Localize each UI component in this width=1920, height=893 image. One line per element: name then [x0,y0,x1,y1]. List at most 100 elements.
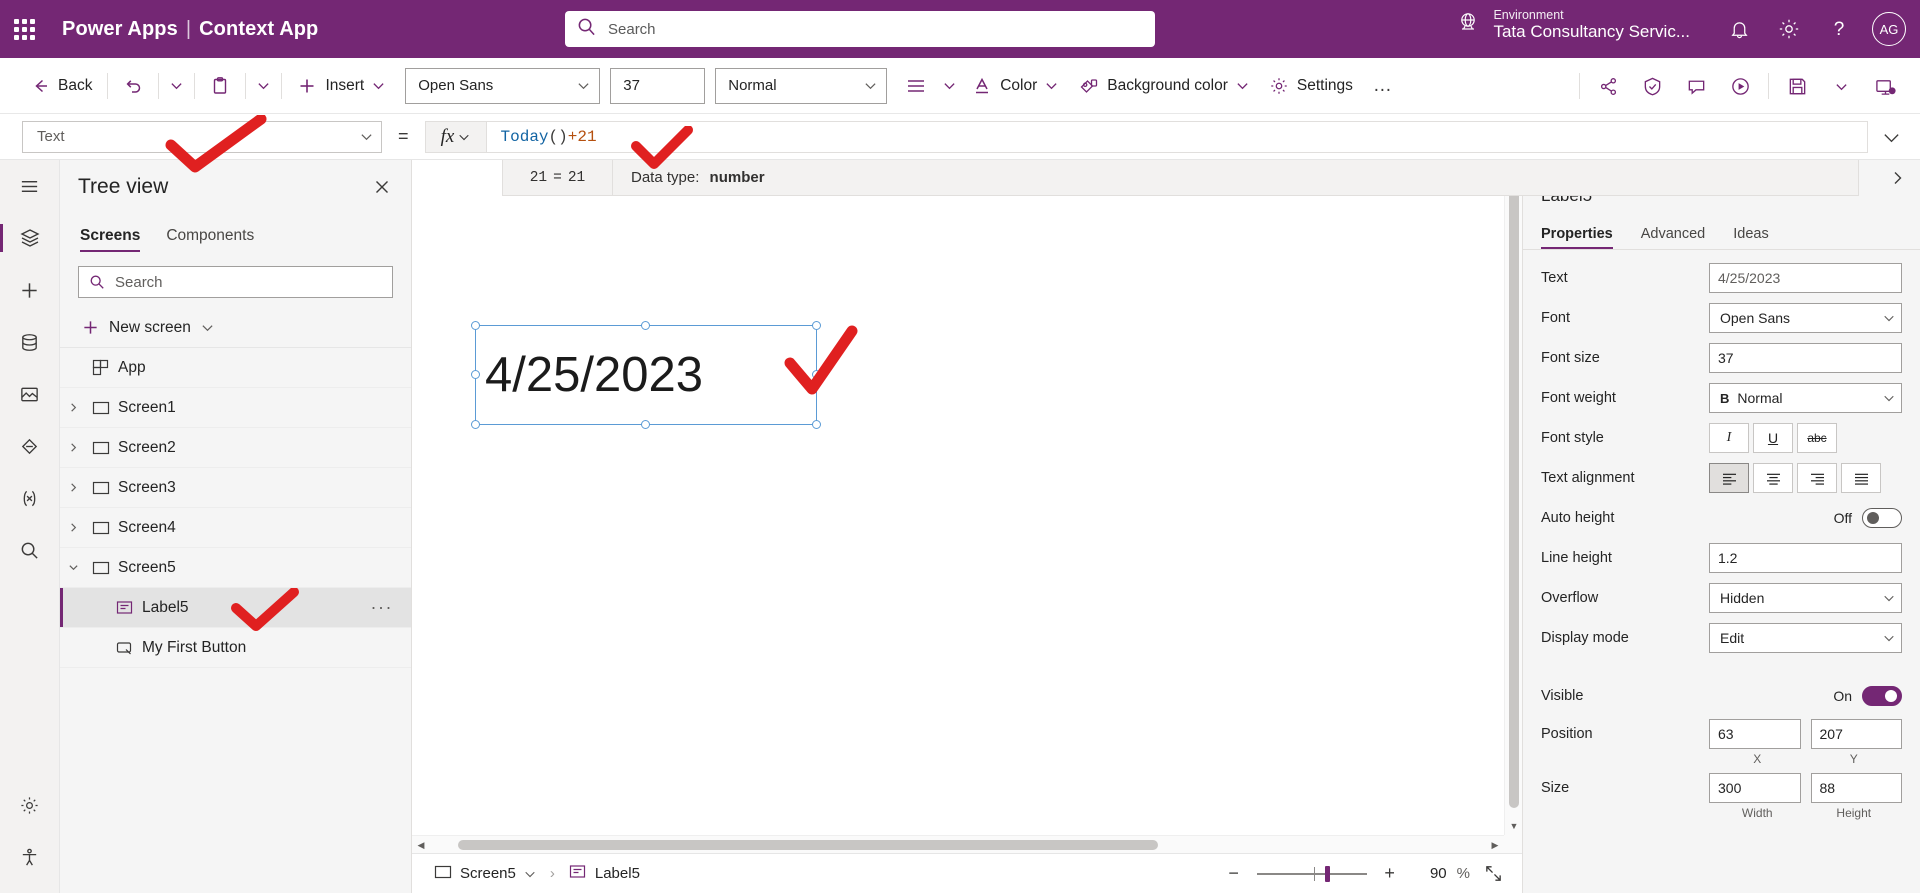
check-app-icon[interactable] [1631,66,1673,106]
accessibility-icon[interactable] [0,831,60,883]
property-selector[interactable]: Text [22,120,382,153]
font-color-button[interactable]: Color [962,67,1068,105]
app-canvas[interactable]: 4/25/2023 [412,160,1504,835]
resize-handle-bottom-left[interactable] [471,420,480,429]
tree-row-app[interactable]: App [60,348,411,388]
canvas-horizontal-scrollbar[interactable]: ◀ ▶ [412,835,1504,853]
font-select[interactable]: Open Sans [1709,303,1902,333]
environment-selector[interactable]: Environment Tata Consultancy Servic... [1455,8,1690,42]
chevron-right-icon[interactable] [60,402,86,413]
tree-row-screen5[interactable]: Screen5 [60,548,411,588]
tree-row-screen3[interactable]: Screen3 [60,468,411,508]
breadcrumb-screen[interactable]: Screen5 [428,861,542,887]
resize-handle-bottom-right[interactable] [812,420,821,429]
overflow-select[interactable]: Hidden [1709,583,1902,613]
data-icon[interactable] [0,316,60,368]
font-size-field[interactable]: 37 [1709,343,1902,373]
align-right-icon[interactable] [1797,463,1837,493]
resize-handle-top-center[interactable] [641,321,650,330]
tree-row-screen1[interactable]: Screen1 [60,388,411,428]
align-center-icon[interactable] [1753,463,1793,493]
zoom-slider-knob[interactable] [1324,865,1330,882]
tree-view-icon[interactable] [0,212,60,264]
avatar[interactable]: AG [1872,12,1906,46]
auto-height-toggle[interactable] [1862,508,1902,528]
paste-icon[interactable] [200,67,240,105]
resize-handle-top-left[interactable] [471,321,480,330]
bell-icon[interactable] [1716,6,1762,52]
tree-row-screen4[interactable]: Screen4 [60,508,411,548]
app-launcher-waffle-icon[interactable] [0,0,48,58]
text-field[interactable]: 4/25/2023 [1709,263,1902,293]
line-height-field[interactable]: 1.2 [1709,543,1902,573]
scroll-right-arrow-icon[interactable]: ▶ [1486,836,1504,853]
size-width-field[interactable]: 300 [1709,773,1801,803]
scrollbar-thumb[interactable] [458,840,1158,850]
question-icon[interactable]: ? [1816,6,1862,52]
save-caret-icon[interactable] [1820,66,1862,106]
save-icon[interactable] [1776,66,1818,106]
tree-row-label5[interactable]: Label5 ··· [60,588,411,628]
search-icon[interactable] [0,524,60,576]
text-align-button[interactable] [895,67,937,105]
canvas-vertical-scrollbar[interactable]: ▲ ▼ [1504,160,1522,835]
resize-handle-top-right[interactable] [812,321,821,330]
tab-screens[interactable]: Screens [80,227,141,252]
breadcrumb-control[interactable]: Label5 [563,860,646,888]
properties-expand-icon[interactable] [1884,164,1912,192]
font-size-input[interactable]: 37 [610,67,706,104]
text-align-caret[interactable] [937,67,962,105]
zoom-slider[interactable] [1256,864,1367,884]
back-button[interactable]: Back [20,67,102,105]
gear-icon[interactable] [1766,6,1812,52]
overflow-menu-button[interactable]: … [1363,67,1404,105]
play-preview-icon[interactable] [1719,66,1761,106]
visible-toggle[interactable] [1862,686,1902,706]
insert-plus-icon[interactable] [0,264,60,316]
font-family-select[interactable]: Open Sans [405,67,601,104]
background-color-button[interactable]: Background color [1068,67,1259,105]
undo-button[interactable] [113,67,153,105]
variables-icon[interactable] [0,472,60,524]
settings-gear-icon[interactable] [0,779,60,831]
tree-row-my-first-button[interactable]: My First Button [60,628,411,668]
tree-row-screen2[interactable]: Screen2 [60,428,411,468]
zoom-in-button[interactable]: + [1377,861,1403,887]
scroll-left-arrow-icon[interactable]: ◀ [412,836,430,853]
italic-icon[interactable]: I [1709,423,1749,453]
chevron-down-icon[interactable] [60,562,86,573]
position-x-field[interactable]: 63 [1709,719,1801,749]
resize-handle-bottom-center[interactable] [641,420,650,429]
tab-components[interactable]: Components [166,227,254,252]
comment-icon[interactable] [1675,66,1717,106]
position-y-field[interactable]: 207 [1810,719,1902,749]
undo-caret[interactable] [164,67,189,105]
formula-input[interactable]: Today() +21 [486,120,1868,153]
new-screen-button[interactable]: New screen [60,308,411,348]
display-mode-select[interactable]: Edit [1709,623,1902,653]
fit-screen-icon[interactable] [1480,861,1506,887]
font-weight-select[interactable]: B Normal [1709,383,1902,413]
scrollbar-thumb[interactable] [1509,178,1519,808]
strikethrough-icon[interactable]: abc [1797,423,1837,453]
media-icon[interactable] [0,368,60,420]
underline-icon[interactable]: U [1753,423,1793,453]
tree-search-input[interactable]: Search [78,266,393,298]
tree-row-overflow-menu[interactable]: ··· [371,597,393,618]
settings-button[interactable]: Settings [1259,67,1363,105]
size-height-field[interactable]: 88 [1810,773,1902,803]
tab-advanced[interactable]: Advanced [1641,226,1706,249]
resize-handle-middle-right[interactable] [812,370,821,379]
insert-button[interactable]: Insert [287,67,395,105]
tab-properties[interactable]: Properties [1541,226,1613,249]
paste-caret[interactable] [251,67,276,105]
canvas-label-control[interactable]: 4/25/2023 [471,321,821,429]
hamburger-menu-icon[interactable] [0,160,60,212]
resize-handle-middle-left[interactable] [471,370,480,379]
align-justify-icon[interactable] [1841,463,1881,493]
zoom-out-button[interactable]: − [1221,861,1247,887]
align-left-icon[interactable] [1709,463,1749,493]
share-icon[interactable] [1587,66,1629,106]
fx-button[interactable]: fx [424,120,487,153]
power-automate-icon[interactable] [0,420,60,472]
